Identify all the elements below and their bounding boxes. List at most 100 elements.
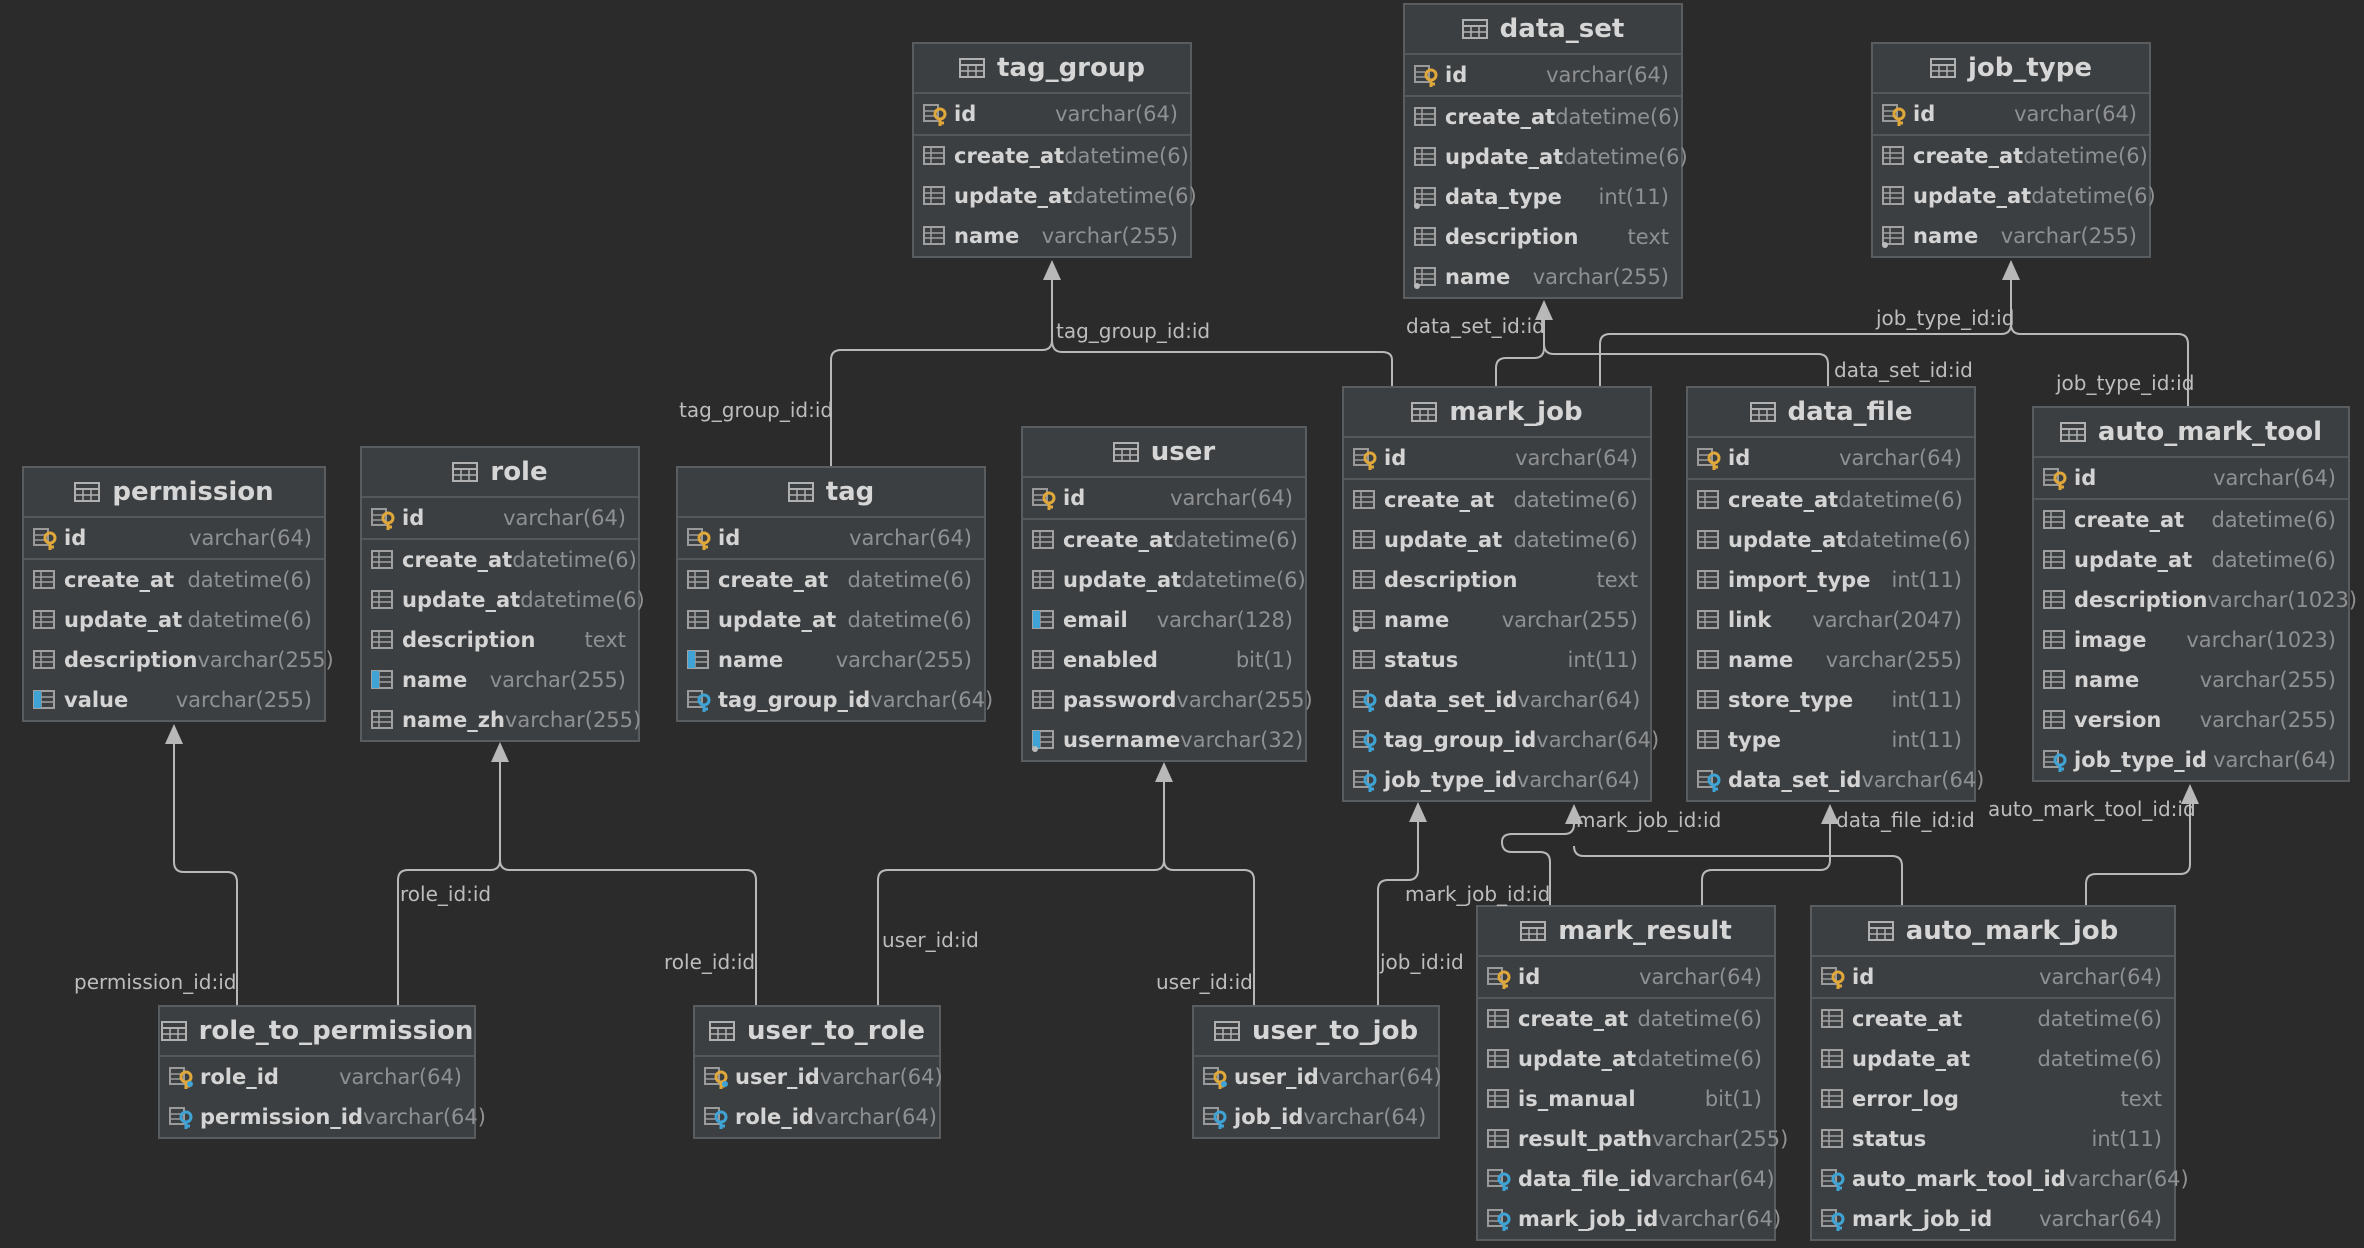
column-row[interactable]: update_at datetime(6) [1688,520,1974,560]
column-row[interactable]: create_at datetime(6) [1478,999,1774,1039]
column-row[interactable]: mark_job_id varchar(64) [1812,1199,2174,1239]
column-row[interactable]: update_at datetime(6) [1405,137,1688,177]
column-row[interactable]: status int(11) [1344,640,1650,680]
column-row[interactable]: password varchar(255) [1023,680,1313,720]
column-row[interactable]: update_at datetime(6) [1478,1039,1774,1079]
column-row[interactable]: permission_id varchar(64) [160,1097,486,1137]
column-row[interactable]: update_at datetime(6) [1812,1039,2174,1079]
table-user-to-role[interactable]: user_to_role user_id varchar(64) role_id var… [693,1005,943,1139]
column-row[interactable]: name varchar(255) [1688,640,1974,680]
column-row[interactable]: role_id varchar(64) [695,1097,939,1137]
column-row[interactable]: update_at datetime(6) [1873,176,2156,216]
column-row[interactable]: auto_mark_tool_id varchar(64) [1812,1159,2189,1199]
column-row[interactable]: username varchar(32) [1023,720,1305,760]
column-row[interactable]: update_at datetime(6) [1344,520,1650,560]
column-row[interactable]: create_at datetime(6) [362,540,638,580]
column-row[interactable]: user_id varchar(64) [695,1057,943,1097]
column-row[interactable]: id varchar(64) [1873,94,2149,136]
column-row[interactable]: type int(11) [1688,720,1974,760]
column-row[interactable]: id varchar(64) [1812,957,2174,999]
table-tag[interactable]: tag id varchar(64) create_at datetime(6) upda… [676,466,993,722]
column-row[interactable]: job_type_id varchar(64) [2034,740,2348,780]
column-row[interactable]: create_at datetime(6) [1344,480,1650,520]
column-row[interactable]: create_at datetime(6) [914,136,1190,176]
column-row[interactable]: mark_job_id varchar(64) [1478,1199,1781,1239]
column-row[interactable]: id varchar(64) [1688,438,1974,480]
column-row[interactable]: data_file_id varchar(64) [1478,1159,1775,1199]
column-row[interactable]: id varchar(64) [1344,438,1650,480]
table-icon [1749,402,1776,422]
column-row[interactable]: name varchar(255) [362,660,638,700]
column-row[interactable]: email varchar(128) [1023,600,1305,640]
column-row[interactable]: role_id varchar(64) [160,1057,474,1097]
column-row[interactable]: update_at datetime(6) [362,580,645,620]
column-row[interactable]: link varchar(2047) [1688,600,1974,640]
column-row[interactable]: tag_group_id varchar(64) [678,680,993,720]
column-row[interactable]: create_at datetime(6) [678,560,984,600]
column-row[interactable]: create_at datetime(6) [24,560,324,600]
column-row[interactable]: is_manual bit(1) [1478,1079,1774,1119]
column-row[interactable]: description text [362,620,638,660]
column-row[interactable]: description text [1405,217,1681,257]
column-row[interactable]: id varchar(64) [678,518,984,560]
column-row[interactable]: name varchar(255) [1344,600,1650,640]
column-row[interactable]: name_zh varchar(255) [362,700,641,740]
table-data-file[interactable]: data_file id varchar(64) create_at datetime(… [1686,386,1984,802]
table-auto-mark-job[interactable]: auto_mark_job id varchar(64) create_at datet… [1810,905,2189,1241]
column-row[interactable]: name varchar(255) [2034,660,2348,700]
column-row[interactable]: id varchar(64) [24,518,324,560]
table-user[interactable]: user id varchar(64) create_at datetime(6) upd… [1021,426,1313,762]
column-row[interactable]: import_type int(11) [1688,560,1974,600]
column-row[interactable]: job_type_id varchar(64) [1344,760,1650,800]
column-row[interactable]: id varchar(64) [2034,458,2348,500]
table-tag-group[interactable]: tag_group id varchar(64) create_at datetime(… [912,42,1197,258]
table-auto-mark-tool[interactable]: auto_mark_tool id varchar(64) create_at date… [2032,406,2357,782]
column-row[interactable]: tag_group_id varchar(64) [1344,720,1659,760]
column-row[interactable]: update_at datetime(6) [678,600,984,640]
column-row[interactable]: id varchar(64) [1478,957,1774,999]
table-permission[interactable]: permission id varchar(64) create_at datetime… [22,466,334,722]
column-row[interactable]: id varchar(64) [362,498,638,540]
column-row[interactable]: create_at datetime(6) [1023,520,1305,560]
column-row[interactable]: result_path varchar(255) [1478,1119,1788,1159]
table-mark-job[interactable]: mark_job id varchar(64) create_at datetime(6… [1342,386,1659,802]
column-row[interactable]: enabled bit(1) [1023,640,1305,680]
column-row[interactable]: version varchar(255) [2034,700,2348,740]
column-row[interactable]: update_at datetime(6) [1023,560,1306,600]
table-data-set[interactable]: data_set id varchar(64) create_at datetime(6… [1403,3,1688,299]
column-row[interactable]: name varchar(255) [1405,257,1681,297]
table-role-to-permission[interactable]: role_to_permission role_id varchar(64) perm… [158,1005,486,1139]
column-row[interactable]: update_at datetime(6) [2034,540,2348,580]
column-row[interactable]: id varchar(64) [914,94,1190,136]
column-row[interactable]: user_id varchar(64) [1194,1057,1442,1097]
column-row[interactable]: name varchar(255) [1873,216,2149,256]
column-row[interactable]: create_at datetime(6) [1873,136,2149,176]
column-row[interactable]: description varchar(1023) [2034,580,2357,620]
column-row[interactable]: create_at datetime(6) [1812,999,2174,1039]
column-row[interactable]: update_at datetime(6) [24,600,324,640]
table-mark-result[interactable]: mark_result id varchar(64) create_at datetim… [1476,905,1788,1241]
column-row[interactable]: value varchar(255) [24,680,324,720]
column-row[interactable]: image varchar(1023) [2034,620,2348,660]
column-row[interactable]: create_at datetime(6) [2034,500,2348,540]
column-row[interactable]: create_at datetime(6) [1405,97,1681,137]
column-row[interactable]: data_set_id varchar(64) [1344,680,1650,720]
column-row[interactable]: name varchar(255) [678,640,984,680]
table-user-to-job[interactable]: user_to_job user_id varchar(64) job_id varch… [1192,1005,1442,1139]
column-row[interactable]: description varchar(255) [24,640,334,680]
column-row[interactable]: data_type int(11) [1405,177,1681,217]
column-row[interactable]: name varchar(255) [914,216,1190,256]
column-row[interactable]: data_set_id varchar(64) [1688,760,1984,800]
column-row[interactable]: create_at datetime(6) [1688,480,1974,520]
relation-label: user_id:id [882,928,979,952]
table-job-type[interactable]: job_type id varchar(64) create_at datetime(6… [1871,42,2156,258]
column-row[interactable]: description text [1344,560,1650,600]
column-row[interactable]: error_log text [1812,1079,2174,1119]
column-row[interactable]: store_type int(11) [1688,680,1974,720]
column-row[interactable]: status int(11) [1812,1119,2174,1159]
table-role[interactable]: role id varchar(64) create_at datetime(6) upd… [360,446,645,742]
column-row[interactable]: job_id varchar(64) [1194,1097,1438,1137]
column-row[interactable]: update_at datetime(6) [914,176,1197,216]
column-row[interactable]: id varchar(64) [1405,55,1681,97]
column-row[interactable]: id varchar(64) [1023,478,1305,520]
